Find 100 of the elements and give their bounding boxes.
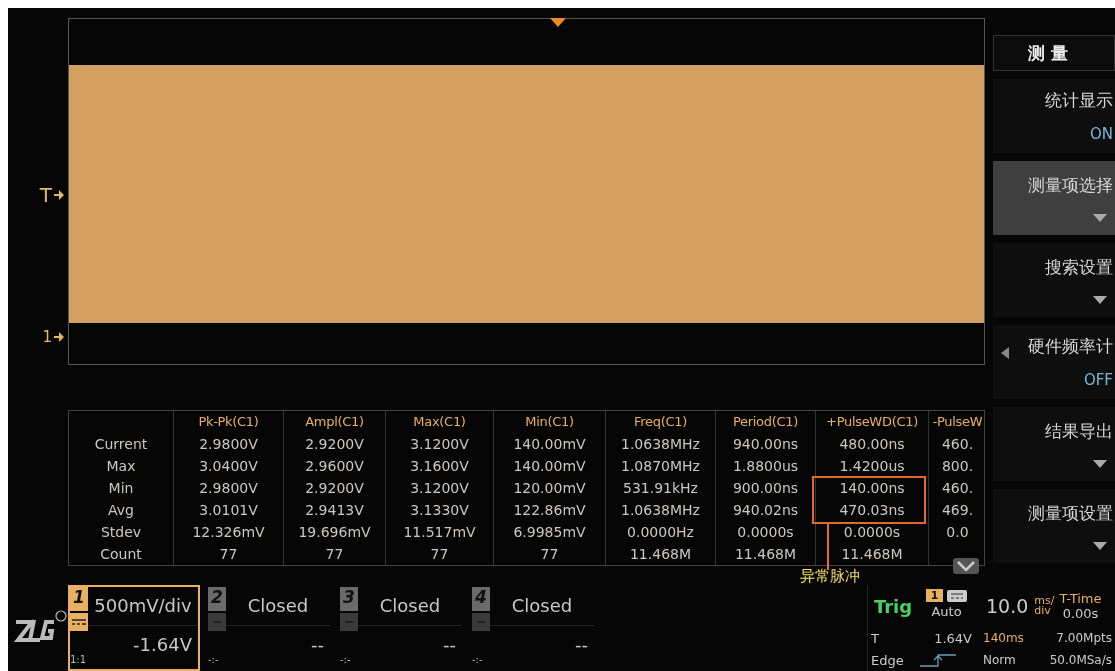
table-cell: 77	[173, 543, 283, 565]
table-cell: 77	[385, 543, 493, 565]
channel-scale: Closed	[226, 587, 330, 626]
table-cell: 1.8800us	[715, 455, 815, 477]
probe-ratio: -:-	[472, 654, 484, 665]
dropdown-icon	[1093, 542, 1107, 551]
delay-label: T-Time	[1058, 591, 1103, 606]
coupling-icon	[947, 589, 968, 602]
dropdown-icon	[1093, 214, 1107, 223]
menu-item[interactable]: 硬件频率计 OFF	[993, 325, 1115, 399]
table-cell: 77	[283, 543, 385, 565]
table-cell: 1.0638MHz	[605, 499, 715, 521]
trigger-source: 1	[925, 589, 944, 602]
channel-number: 3	[340, 587, 358, 611]
channel-panel[interactable]: 2 -:- Closed --	[206, 585, 332, 671]
row-label: Current	[93, 435, 149, 454]
menu-item-label: 结果导出	[1045, 419, 1113, 443]
table-cell: 3.1330V	[385, 499, 493, 521]
trigger-level-value: 1.64V	[933, 630, 973, 646]
table-cell: 470.03ns	[815, 499, 928, 521]
channel-panel[interactable]: 1 1:1 500mV/div -1.64V	[68, 585, 200, 671]
menu-item[interactable]: 统计显示 ON	[993, 79, 1115, 153]
table-cell: 2.9800V	[173, 433, 283, 455]
table-cell: 3.1200V	[385, 433, 493, 455]
menu-title: 测 量	[993, 35, 1115, 71]
table-cell: 900.00ns	[715, 477, 815, 499]
row-label: Count	[99, 545, 143, 564]
table-cell: 940.02ns	[715, 499, 815, 521]
table-cell: 122.86mV	[493, 499, 605, 521]
table-cell: 2.9800V	[173, 477, 283, 499]
rising-edge-icon	[918, 653, 958, 667]
trigger-position-icon	[550, 18, 566, 27]
coupling-icon	[472, 613, 490, 631]
column-header: -PulseW	[928, 411, 984, 433]
arrow-icon	[54, 332, 64, 342]
table-cell: 1.0870MHz	[605, 455, 715, 477]
table-cell: 0.0000Hz	[605, 521, 715, 543]
coupling-icon	[208, 613, 226, 631]
memory-depth: 7.00Mpts	[1055, 631, 1113, 645]
delay-value: 0.00s	[1061, 606, 1100, 621]
menu-item[interactable]: 搜索设置	[993, 243, 1115, 317]
sample-rate: 50.0MSa/s	[1048, 653, 1113, 667]
menu-item[interactable]: 结果导出	[993, 407, 1115, 481]
arrow-icon	[54, 190, 64, 200]
table-cell: 800.	[928, 455, 984, 477]
timebase-unit: ms/	[1034, 596, 1055, 606]
channel-offset: --	[442, 633, 457, 657]
column-header: Period(C1)	[715, 411, 815, 433]
table-cell: 6.9985mV	[493, 521, 605, 543]
table-cell: 12.326mV	[173, 521, 283, 543]
table-cell: 140.00mV	[493, 433, 605, 455]
table-cell: 11.468M	[715, 543, 815, 565]
coupling-icon	[340, 613, 358, 631]
dropdown-icon	[1093, 460, 1107, 469]
probe-ratio: 1:1	[70, 654, 88, 665]
menu-item-label: 测量项选择	[1028, 173, 1113, 197]
table-cell: 531.91kHz	[605, 477, 715, 499]
channel-scale: 500mV/div	[88, 587, 198, 626]
annotation-label: 异常脉冲	[800, 567, 860, 586]
channel-number: 1	[70, 587, 88, 611]
table-cell: 0.0	[928, 521, 984, 543]
column-header: Pk-Pk(C1)	[173, 411, 283, 433]
channel-offset: --	[310, 633, 325, 657]
menu-item[interactable]: 测量项设置	[993, 489, 1115, 563]
table-cell: 2.9600V	[283, 455, 385, 477]
table-cell: 2.9413V	[283, 499, 385, 521]
menu-item-label: 硬件频率计	[1028, 335, 1113, 359]
channel-marker: 1	[42, 328, 64, 346]
channel-panel[interactable]: 3 -:- Closed --	[338, 585, 464, 671]
probe-ratio: -:-	[208, 654, 220, 665]
menu-item-value: OFF	[1083, 370, 1113, 389]
table-cell: 11.517mV	[385, 521, 493, 543]
table-cell: 940.00ns	[715, 433, 815, 455]
column-header: Min(C1)	[493, 411, 605, 433]
acquisition-mode: Norm	[982, 653, 1017, 667]
table-cell: 1.0638MHz	[605, 433, 715, 455]
leader-line	[827, 522, 829, 570]
table-cell: 3.0101V	[173, 499, 283, 521]
column-header: +PulseWD(C1)	[815, 411, 928, 433]
trigger-panel[interactable]: Trig 1 Auto T 1.64V Edge	[867, 585, 975, 671]
menu-item[interactable]: 测量项选择	[993, 161, 1115, 235]
table-cell: 3.1200V	[385, 477, 493, 499]
table-cell: 460.	[928, 477, 984, 499]
table-cell: 77	[493, 543, 605, 565]
table-cell: 0.0000s	[715, 521, 815, 543]
table-cell: 19.696mV	[283, 521, 385, 543]
window-length: 140ms	[982, 631, 1025, 645]
coupling-icon	[70, 613, 88, 631]
timebase-scale: 10.0	[985, 595, 1030, 617]
table-cell: 140.00ns	[815, 477, 928, 499]
table-cell: 140.00mV	[493, 455, 605, 477]
menu-item-label: 搜索设置	[1045, 255, 1113, 279]
probe-ratio: -:-	[340, 654, 352, 665]
channel-number: 4	[472, 587, 490, 611]
trigger-title: Trig	[872, 595, 914, 617]
row-label: Stdev	[99, 523, 143, 542]
trigger-level-label: T	[870, 630, 880, 646]
scroll-down-icon[interactable]	[953, 558, 979, 574]
timebase-unit: div	[1034, 606, 1052, 616]
channel-panel[interactable]: 4 -:- Closed --	[470, 585, 596, 671]
